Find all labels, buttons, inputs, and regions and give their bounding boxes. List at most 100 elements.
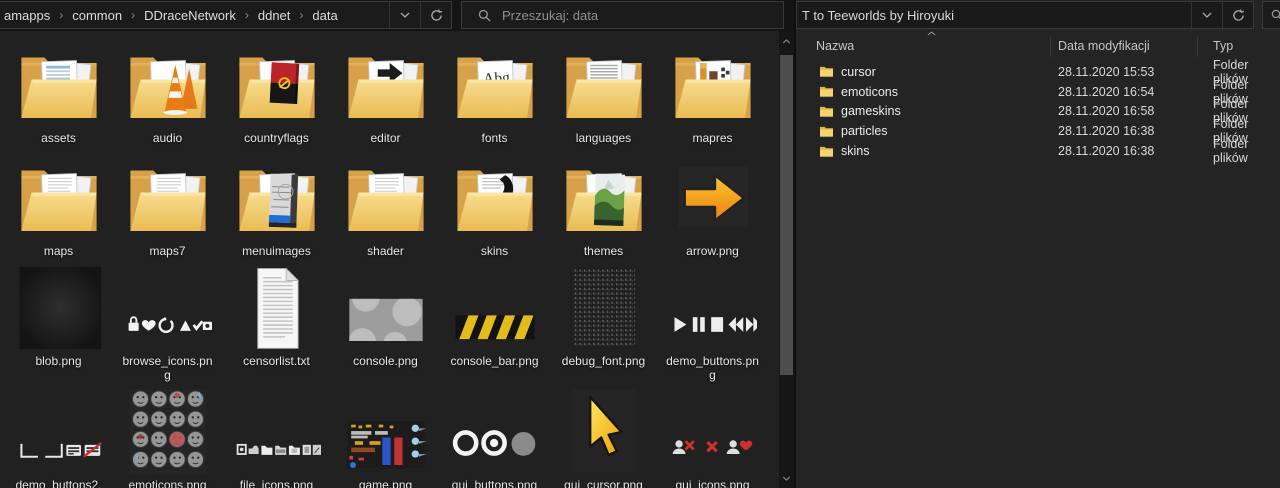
file-tile[interactable]: file_icons.png bbox=[222, 386, 331, 488]
file-tile[interactable]: blob.png bbox=[4, 262, 113, 386]
file-tile[interactable]: themes bbox=[549, 152, 658, 262]
file-tile[interactable]: editor bbox=[331, 39, 440, 152]
scroll-up-button[interactable] bbox=[779, 33, 794, 49]
file-icon bbox=[665, 388, 761, 476]
file-icon bbox=[120, 41, 216, 129]
file-tile[interactable]: gui_icons.png bbox=[658, 386, 767, 488]
file-icon bbox=[338, 388, 434, 476]
file-thumbnail bbox=[229, 262, 325, 352]
file-tile[interactable]: assets bbox=[4, 39, 113, 152]
chevron-up-icon bbox=[782, 39, 791, 44]
modified-date: 28.11.2020 16:54 bbox=[1058, 84, 1155, 99]
file-tile[interactable]: countryflags bbox=[222, 39, 331, 152]
file-label: gui_icons.png bbox=[675, 478, 750, 488]
details-search-box[interactable] bbox=[1262, 1, 1280, 29]
details-refresh-button[interactable] bbox=[1222, 2, 1253, 28]
folder-icon bbox=[819, 125, 834, 138]
file-icon bbox=[11, 388, 107, 476]
file-thumbnail bbox=[11, 262, 107, 352]
file-tile[interactable]: emoticons.png bbox=[113, 386, 222, 488]
folder-name: particles bbox=[841, 124, 888, 139]
file-icon bbox=[229, 41, 325, 129]
column-separator[interactable] bbox=[1197, 36, 1198, 57]
file-grid: assets audio countryflags editor fonts l… bbox=[4, 39, 767, 488]
vertical-scrollbar[interactable] bbox=[779, 31, 794, 488]
file-tile[interactable]: gui_cursor.png bbox=[549, 386, 658, 488]
file-tile[interactable]: game.png bbox=[331, 386, 440, 488]
refresh-icon bbox=[430, 9, 443, 22]
scrollbar-thumb[interactable] bbox=[780, 55, 793, 375]
breadcrumb-item[interactable]: ddnet bbox=[257, 8, 292, 23]
file-tile[interactable]: shader bbox=[331, 152, 440, 262]
folder-row[interactable]: particles 28.11.2020 16:38 Folder plików bbox=[796, 117, 1280, 145]
file-tile[interactable]: languages bbox=[549, 39, 658, 152]
file-label: menuimages bbox=[242, 244, 311, 258]
file-label: shader bbox=[367, 244, 404, 258]
file-thumbnail bbox=[556, 262, 652, 352]
folder-row[interactable]: skins 28.11.2020 16:38 Folder plików bbox=[796, 137, 1280, 165]
folder-icon bbox=[819, 65, 834, 78]
file-thumbnail bbox=[556, 152, 652, 242]
file-tile[interactable]: menuimages bbox=[222, 152, 331, 262]
file-thumbnail bbox=[447, 386, 543, 476]
file-tile[interactable]: debug_font.png bbox=[549, 262, 658, 386]
file-icon bbox=[11, 264, 107, 352]
folder-icon bbox=[819, 105, 834, 118]
address-dropdown-button[interactable] bbox=[389, 2, 420, 28]
file-icon bbox=[665, 41, 761, 129]
breadcrumb-separator-icon: › bbox=[299, 8, 304, 22]
file-tile[interactable]: maps7 bbox=[113, 152, 222, 262]
address-bar[interactable]: amapps › common › DDraceNetwork › ddnet … bbox=[0, 1, 452, 29]
chevron-down-icon bbox=[782, 476, 791, 481]
folder-row[interactable]: emoticons 28.11.2020 16:54 Folder plików bbox=[796, 78, 1280, 106]
file-tile[interactable]: browse_icons.png bbox=[113, 262, 222, 386]
details-dropdown-button[interactable] bbox=[1191, 2, 1222, 28]
folder-name: cursor bbox=[841, 64, 876, 79]
folder-icon bbox=[819, 145, 834, 158]
breadcrumb-segment: amapps › bbox=[3, 8, 71, 23]
file-tile[interactable]: fonts bbox=[440, 39, 549, 152]
file-thumbnail bbox=[665, 152, 761, 242]
search-box[interactable]: Przeszukaj: data bbox=[461, 1, 784, 29]
column-header-type[interactable]: Typ bbox=[1213, 39, 1233, 53]
file-tile[interactable]: demo_buttons.png bbox=[658, 262, 767, 386]
file-tile[interactable]: console.png bbox=[331, 262, 440, 386]
file-grid-pane[interactable]: assets audio countryflags editor fonts l… bbox=[0, 31, 779, 488]
file-tile[interactable]: skins bbox=[440, 152, 549, 262]
details-pane: T to Teeworlds by Hiroyuki Nazwa Data mo… bbox=[796, 0, 1280, 488]
file-tile[interactable]: console_bar.png bbox=[440, 262, 549, 386]
folder-row[interactable]: cursor 28.11.2020 15:53 Folder plików bbox=[796, 58, 1280, 86]
file-label: themes bbox=[583, 244, 624, 258]
file-tile[interactable]: audio bbox=[113, 39, 222, 152]
file-tile[interactable]: mapres bbox=[658, 39, 767, 152]
file-icon bbox=[338, 264, 434, 352]
details-address-bar[interactable]: T to Teeworlds by Hiroyuki bbox=[796, 1, 1254, 29]
file-icon bbox=[556, 41, 652, 129]
breadcrumb-item[interactable]: DDraceNetwork bbox=[143, 8, 237, 23]
file-label: browse_icons.png bbox=[122, 354, 213, 382]
scroll-down-button[interactable] bbox=[779, 470, 794, 486]
file-tile[interactable]: demo_buttons2. bbox=[4, 386, 113, 488]
column-separator[interactable] bbox=[1050, 36, 1051, 57]
breadcrumb-item[interactable]: amapps bbox=[3, 8, 51, 23]
file-label: mapres bbox=[692, 131, 733, 145]
folder-row[interactable]: gameskins 28.11.2020 16:58 Folder plików bbox=[796, 97, 1280, 125]
breadcrumb-segment: data › bbox=[311, 8, 338, 23]
file-tile[interactable]: arrow.png bbox=[658, 152, 767, 262]
file-tile[interactable]: gui_buttons.png bbox=[440, 386, 549, 488]
breadcrumb-item[interactable]: data bbox=[311, 8, 338, 23]
column-header-name[interactable]: Nazwa bbox=[816, 39, 854, 53]
file-icon bbox=[447, 264, 543, 352]
file-thumbnail bbox=[556, 39, 652, 129]
file-tile[interactable]: maps bbox=[4, 152, 113, 262]
file-icon bbox=[665, 154, 761, 242]
breadcrumb-item[interactable]: common bbox=[71, 8, 123, 23]
breadcrumb-segment: common › bbox=[71, 8, 143, 23]
search-icon bbox=[1271, 9, 1280, 21]
file-icon bbox=[665, 264, 761, 352]
refresh-button[interactable] bbox=[420, 2, 451, 28]
file-thumbnail bbox=[447, 39, 543, 129]
column-header-date[interactable]: Data modyfikacji bbox=[1058, 39, 1150, 53]
file-tile[interactable]: censorlist.txt bbox=[222, 262, 331, 386]
modified-date: 28.11.2020 16:58 bbox=[1058, 104, 1155, 119]
